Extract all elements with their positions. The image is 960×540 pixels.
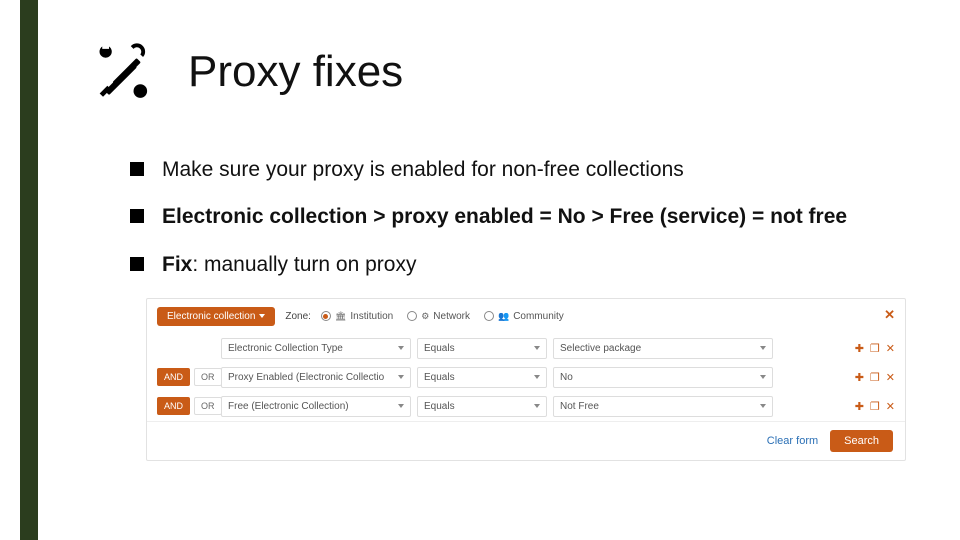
bullet-3: Fix: manually turn on proxy <box>130 251 920 278</box>
advanced-search-form: ✕ Electronic collection Zone: 🏛 Institut… <box>146 298 906 461</box>
tools-icon <box>90 38 158 106</box>
value-value: Not Free <box>560 401 599 412</box>
logic-group: AND OR <box>157 368 215 386</box>
operator-select[interactable]: Equals <box>417 367 547 388</box>
search-button[interactable]: Search <box>830 430 893 452</box>
zone-option-label: Institution <box>350 311 393 322</box>
clear-form-link[interactable]: Clear form <box>767 435 818 447</box>
zone-radio-group: 🏛 Institution ⚙ Network 👥 Community <box>321 311 564 322</box>
field-select[interactable]: Electronic Collection Type <box>221 338 411 359</box>
logic-group: AND OR <box>157 397 215 415</box>
or-button[interactable]: OR <box>194 368 222 386</box>
bullet-text-rest: : manually turn on proxy <box>192 253 416 276</box>
field-value: Electronic Collection Type <box>228 343 343 354</box>
chevron-down-icon <box>398 375 404 379</box>
bullet-text: Fix: manually turn on proxy <box>162 251 920 278</box>
value-select[interactable]: Selective package <box>553 338 773 359</box>
form-footer: Clear form Search <box>147 421 905 460</box>
close-icon[interactable]: ✕ <box>884 307 895 323</box>
chevron-down-icon <box>259 314 265 318</box>
bullet-2: Electronic collection > proxy enabled = … <box>130 203 920 230</box>
zone-option-community[interactable]: 👥 Community <box>484 311 564 322</box>
form-header: Electronic collection Zone: 🏛 Institutio… <box>147 299 905 334</box>
or-button[interactable]: OR <box>194 397 222 415</box>
duplicate-icon[interactable]: ❐ <box>870 342 880 355</box>
bullet-text: Make sure your proxy is enabled for non-… <box>162 156 920 183</box>
chevron-down-icon <box>534 375 540 379</box>
operator-value: Equals <box>424 401 455 412</box>
value-value: No <box>560 372 573 383</box>
row-actions: ✚ ❐ ✕ <box>855 400 895 413</box>
bullet-text: Electronic collection > proxy enabled = … <box>162 203 920 230</box>
row-actions: ✚ ❐ ✕ <box>855 342 895 355</box>
entity-selector[interactable]: Electronic collection <box>157 307 275 326</box>
slide-title: Proxy fixes <box>188 47 403 97</box>
bullet-text-bold: Fix <box>162 253 192 276</box>
entity-label: Electronic collection <box>167 311 255 322</box>
zone-option-label: Community <box>513 311 564 322</box>
value-select[interactable]: Not Free <box>553 396 773 417</box>
remove-icon[interactable]: ✕ <box>886 371 895 384</box>
zone-option-label: Network <box>433 311 470 322</box>
operator-value: Equals <box>424 343 455 354</box>
add-icon[interactable]: ✚ <box>855 400 864 413</box>
radio-icon <box>407 311 417 321</box>
zone-option-network[interactable]: ⚙ Network <box>407 311 470 322</box>
remove-icon[interactable]: ✕ <box>886 342 895 355</box>
operator-select[interactable]: Equals <box>417 396 547 417</box>
value-value: Selective package <box>560 343 641 354</box>
criteria-row: Electronic Collection Type Equals Select… <box>147 334 905 363</box>
operator-value: Equals <box>424 372 455 383</box>
chevron-down-icon <box>534 346 540 350</box>
chevron-down-icon <box>534 404 540 408</box>
bullet-marker <box>130 209 144 223</box>
and-button[interactable]: AND <box>157 368 190 386</box>
zone-label: Zone: <box>285 311 311 322</box>
community-icon: 👥 <box>498 311 509 322</box>
chevron-down-icon <box>760 375 766 379</box>
bullet-text-bold: Electronic collection > proxy enabled = … <box>162 205 847 228</box>
remove-icon[interactable]: ✕ <box>886 400 895 413</box>
value-select[interactable]: No <box>553 367 773 388</box>
field-select[interactable]: Proxy Enabled (Electronic Collectio <box>221 367 411 388</box>
bullet-marker <box>130 162 144 176</box>
zone-option-institution[interactable]: 🏛 Institution <box>321 311 393 322</box>
duplicate-icon[interactable]: ❐ <box>870 400 880 413</box>
operator-select[interactable]: Equals <box>417 338 547 359</box>
chevron-down-icon <box>398 346 404 350</box>
bullet-1: Make sure your proxy is enabled for non-… <box>130 156 920 183</box>
title-row: Proxy fixes <box>90 38 920 106</box>
and-button[interactable]: AND <box>157 397 190 415</box>
chevron-down-icon <box>760 404 766 408</box>
network-icon: ⚙ <box>421 311 429 322</box>
row-actions: ✚ ❐ ✕ <box>855 371 895 384</box>
duplicate-icon[interactable]: ❐ <box>870 371 880 384</box>
add-icon[interactable]: ✚ <box>855 371 864 384</box>
field-value: Free (Electronic Collection) <box>228 401 349 412</box>
field-select[interactable]: Free (Electronic Collection) <box>221 396 411 417</box>
radio-icon <box>484 311 494 321</box>
radio-icon <box>321 311 331 321</box>
slide-accent-stripe <box>20 0 38 540</box>
chevron-down-icon <box>760 346 766 350</box>
institution-icon: 🏛 <box>335 311 346 322</box>
add-icon[interactable]: ✚ <box>855 342 864 355</box>
criteria-row: AND OR Proxy Enabled (Electronic Collect… <box>147 363 905 392</box>
chevron-down-icon <box>398 404 404 408</box>
slide-content: Proxy fixes Make sure your proxy is enab… <box>90 38 920 461</box>
criteria-row: AND OR Free (Electronic Collection) Equa… <box>147 392 905 421</box>
bullet-list: Make sure your proxy is enabled for non-… <box>130 156 920 278</box>
field-value: Proxy Enabled (Electronic Collectio <box>228 372 384 383</box>
bullet-marker <box>130 257 144 271</box>
